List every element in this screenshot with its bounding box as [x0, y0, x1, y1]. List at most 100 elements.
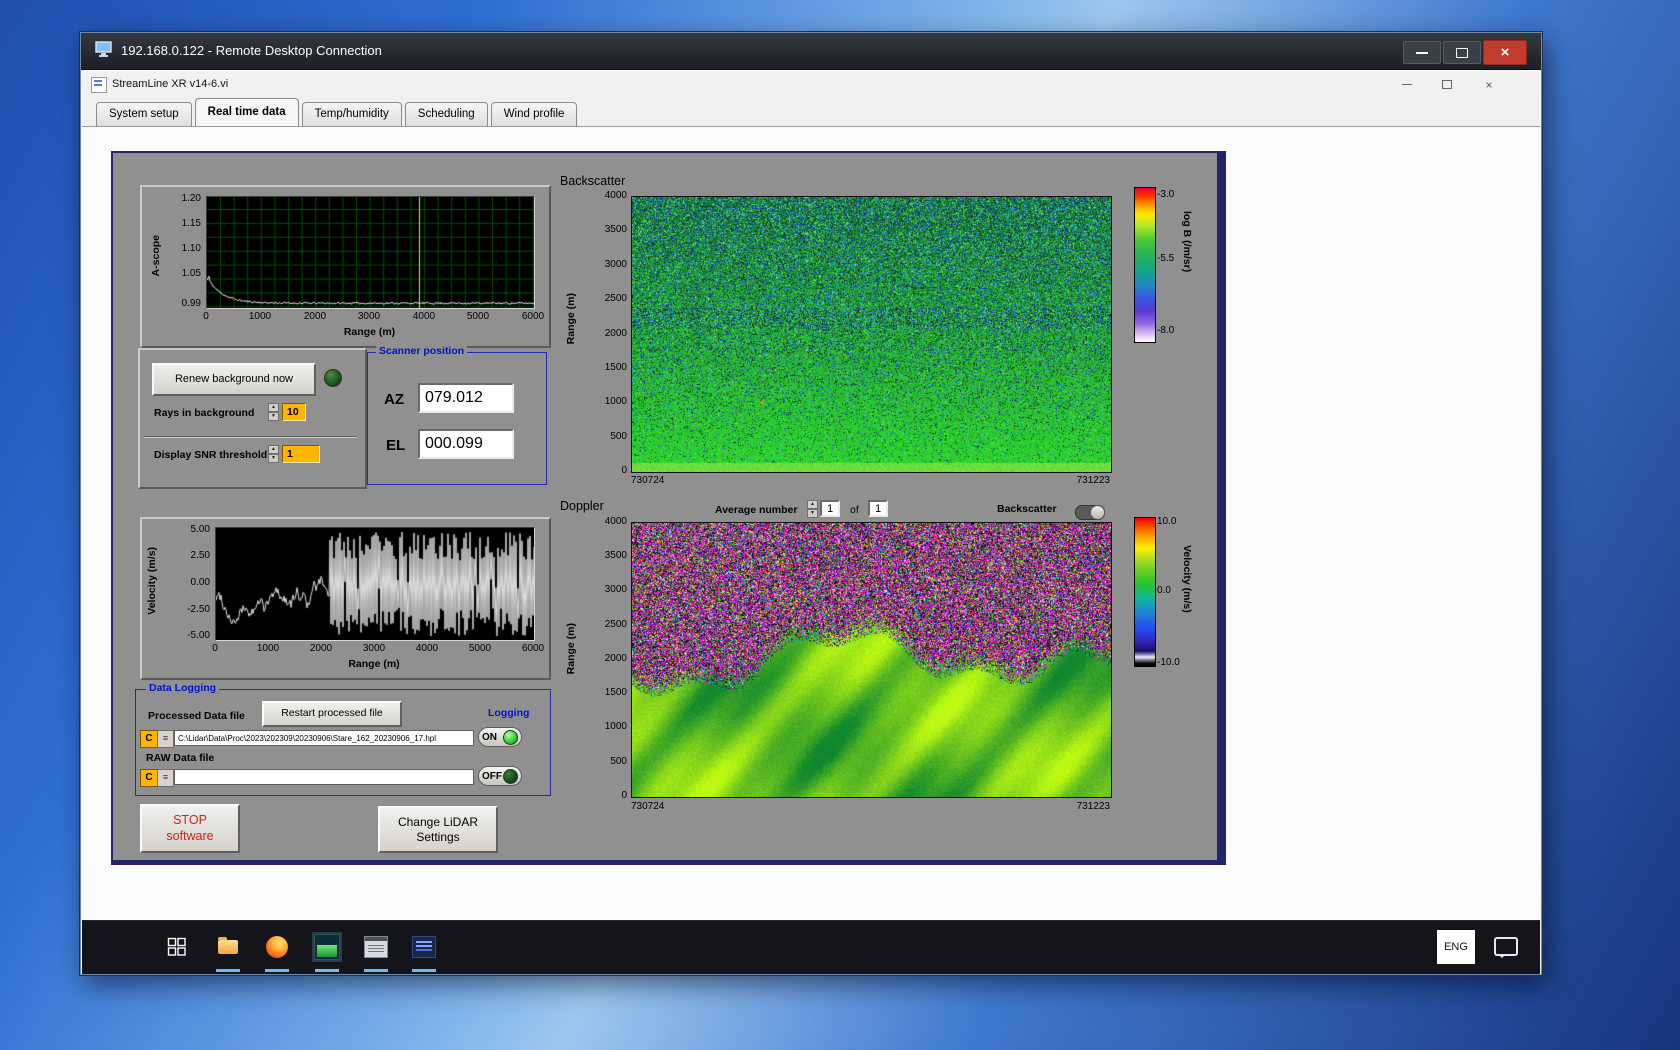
rays-in-background-field[interactable]: 10	[282, 403, 306, 421]
rdp-close-button[interactable]: ×	[1483, 40, 1527, 65]
browse-icon[interactable]: ≡	[157, 769, 174, 787]
tab-temp-humidity[interactable]: Temp/humidity	[301, 102, 402, 126]
average-number-field[interactable]: 1	[820, 500, 840, 517]
rays-spinner[interactable]: ▲ ▼	[268, 403, 279, 421]
x-tick: 3000	[362, 643, 386, 654]
y-tick: 2.50	[190, 550, 210, 561]
average-total-field[interactable]: 1	[868, 500, 888, 517]
y-tick: 3500	[604, 224, 627, 235]
scan-schedule-button[interactable]	[361, 932, 391, 962]
y-tick: 4000	[604, 190, 627, 201]
increment-icon[interactable]: ▲	[807, 500, 818, 509]
snr-spinner[interactable]: ▲ ▼	[268, 445, 279, 463]
colorbar-tick: 0.0	[1157, 585, 1171, 596]
tab-system-setup[interactable]: System setup	[96, 102, 192, 126]
average-number-label: Average number	[715, 504, 798, 516]
processed-data-file-path[interactable]: C:\Lidar\Data\Proc\2023\202309\20230906\…	[174, 730, 474, 746]
processed-logging-toggle[interactable]: ON	[478, 727, 522, 747]
raw-data-file-path[interactable]	[174, 769, 474, 785]
y-tick: 3000	[604, 584, 627, 595]
colorbar-tick: 10.0	[1157, 516, 1177, 527]
ascope-plot-frame: A-scope 1.20 1.15 1.10 1.05 0.99 0 1000 …	[140, 185, 551, 348]
tab-scheduling[interactable]: Scheduling	[404, 102, 488, 126]
y-tick: 0	[621, 790, 627, 801]
doppler-title: Doppler	[560, 499, 604, 513]
app-window-title: StreamLine XR v14-6.vi	[112, 78, 229, 90]
y-tick: 2000	[604, 328, 627, 339]
rdp-minimize-button[interactable]	[1403, 41, 1441, 64]
browse-icon[interactable]: ≡	[157, 730, 174, 748]
front-panel: A-scope 1.20 1.15 1.10 1.05 0.99 0 1000 …	[111, 151, 1226, 865]
y-tick: 1500	[604, 687, 627, 698]
y-tick: 500	[610, 431, 627, 442]
backscatter-colorbar	[1134, 187, 1156, 343]
decrement-icon[interactable]: ▼	[268, 412, 279, 421]
increment-icon[interactable]: ▲	[268, 403, 279, 412]
streamline-icon	[314, 934, 340, 960]
rdp-titlebar[interactable]: 192.168.0.122 - Remote Desktop Connectio…	[81, 33, 1541, 70]
minimize-icon	[1402, 84, 1412, 85]
scan-window-icon	[364, 936, 388, 958]
processed-drive-selector[interactable]: C	[140, 730, 158, 748]
y-tick: 0	[621, 465, 627, 476]
az-value-field[interactable]: 079.012	[418, 383, 514, 413]
renew-background-button[interactable]: Renew background now	[152, 363, 316, 396]
velocity-x-axis-label: Range (m)	[348, 658, 400, 670]
language-indicator[interactable]: ENG	[1437, 930, 1475, 964]
app-restore-button[interactable]	[1428, 75, 1466, 94]
change-lidar-settings-button[interactable]: Change LiDAR Settings	[378, 806, 498, 853]
open-app-indicator	[364, 969, 388, 972]
average-number-spinner[interactable]: ▲ ▼	[807, 500, 818, 518]
vi-app-icon	[91, 77, 107, 93]
backscatter-toggle-label: Backscatter	[997, 503, 1057, 515]
app-titlebar[interactable]: StreamLine XR v14-6.vi ×	[82, 72, 1540, 98]
snr-threshold-field[interactable]: 1	[282, 445, 320, 463]
y-tick: 1.15	[181, 218, 201, 229]
divider	[144, 436, 357, 438]
velocity-plot-frame: Velocity (m/s) 5.00 2.50 0.00 -2.50 -5.0…	[140, 517, 551, 680]
colorbar-tick: -8.0	[1157, 325, 1175, 336]
minimize-icon	[1416, 51, 1428, 54]
tab-real-time-data[interactable]: Real time data	[194, 98, 299, 126]
file-explorer-button[interactable]	[213, 932, 243, 962]
ascope-plot	[206, 196, 535, 309]
maximize-icon	[1456, 47, 1468, 58]
raw-drive-selector[interactable]: C	[140, 769, 158, 787]
chat-icon[interactable]	[1494, 937, 1518, 958]
schedule-file-button[interactable]	[409, 932, 439, 962]
x-end-label: 731223	[1076, 801, 1110, 812]
y-tick: 500	[610, 756, 627, 767]
y-tick: 5.00	[190, 524, 210, 535]
y-tick: 0.99	[181, 298, 201, 309]
app-minimize-button[interactable]	[1388, 75, 1426, 94]
app-close-button[interactable]: ×	[1470, 75, 1508, 94]
x-tick: 6000	[521, 643, 545, 654]
open-app-indicator	[265, 969, 289, 972]
scanner-position-group: Scanner position AZ 079.012 EL 000.099	[367, 345, 547, 485]
backscatter-toggle-switch[interactable]	[1075, 505, 1105, 520]
decrement-icon[interactable]: ▼	[807, 509, 818, 518]
snr-threshold-label: Display SNR threshold	[154, 449, 268, 461]
tab-wind-profile[interactable]: Wind profile	[490, 102, 578, 126]
streamline-app-button[interactable]	[312, 932, 342, 962]
start-button[interactable]	[162, 932, 192, 962]
firefox-button[interactable]	[262, 932, 292, 962]
scanner-position-title: Scanner position	[376, 345, 468, 357]
data-logging-group: Data Logging Processed Data file Restart…	[135, 682, 551, 796]
stop-software-button[interactable]: STOP software	[140, 804, 240, 853]
ascope-x-axis-label: Range (m)	[343, 326, 396, 338]
desktop-background: 192.168.0.122 - Remote Desktop Connectio…	[0, 0, 1680, 1050]
y-tick: 3500	[604, 550, 627, 561]
close-icon: ×	[1485, 77, 1493, 92]
restart-processed-file-button[interactable]: Restart processed file	[262, 701, 402, 727]
x-tick: 1000	[256, 643, 280, 654]
increment-icon[interactable]: ▲	[268, 445, 279, 454]
rdp-maximize-button[interactable]	[1443, 41, 1481, 64]
raw-logging-toggle[interactable]: OFF	[478, 766, 522, 786]
tab-bar: System setup Real time data Temp/humidit…	[82, 97, 1540, 127]
el-value-field[interactable]: 000.099	[418, 429, 514, 459]
y-tick: 2500	[604, 293, 627, 304]
backscatter-y-axis-label: Range (m)	[565, 293, 577, 345]
windows-icon	[167, 937, 186, 956]
decrement-icon[interactable]: ▼	[268, 454, 279, 463]
